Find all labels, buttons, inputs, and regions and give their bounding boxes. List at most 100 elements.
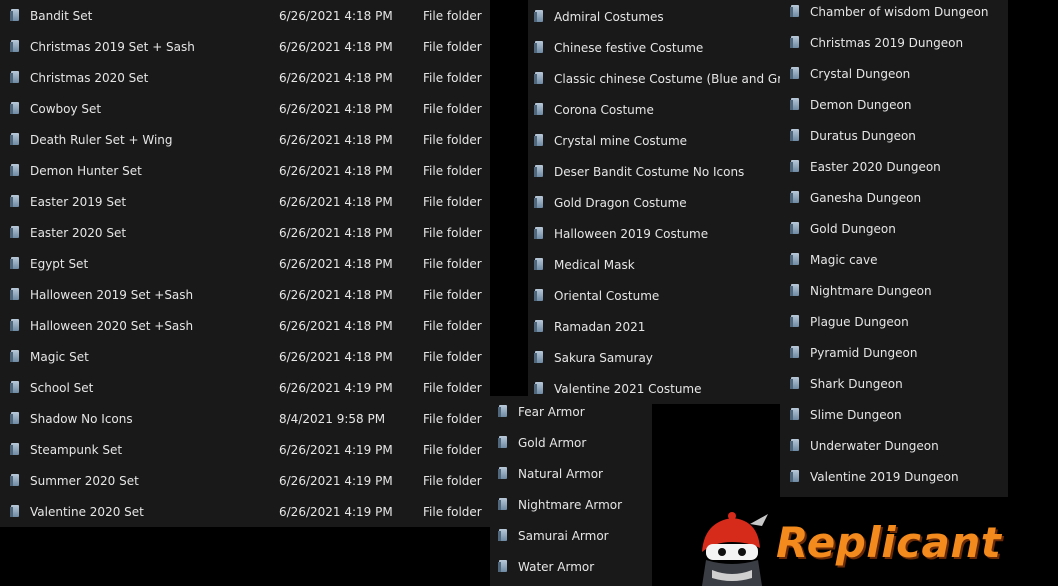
folder-row[interactable]: Shadow No Icons 8/4/2021 9:58 PM File fold… — [10, 403, 482, 434]
folder-row[interactable]: Death Ruler Set + Wing 6/26/2021 4:18 PM F… — [10, 124, 482, 155]
replicant-logo: Replicant — [688, 508, 1028, 586]
folder-icon — [498, 529, 509, 542]
folder-row[interactable]: Duratus Dungeon — [790, 120, 1006, 151]
folder-row[interactable]: Ganesha Dungeon — [790, 182, 1006, 213]
folder-row[interactable]: Cowboy Set 6/26/2021 4:18 PM File folder — [10, 93, 482, 124]
folder-row[interactable]: Magic Set 6/26/2021 4:18 PM File folder — [10, 341, 482, 372]
folder-row[interactable]: Halloween 2019 Costume — [534, 218, 778, 249]
folder-name: Gold Dungeon — [810, 221, 896, 236]
folder-row[interactable]: Bandit Set 6/26/2021 4:18 PM File folder — [10, 0, 482, 31]
folder-row[interactable]: Shark Dungeon — [790, 368, 1006, 399]
folder-row[interactable]: Nightmare Dungeon — [790, 275, 1006, 306]
folder-row[interactable]: Ramadan 2021 — [534, 311, 778, 342]
date-modified: 6/26/2021 4:18 PM — [279, 132, 393, 147]
folder-name: Valentine 2020 Set — [30, 504, 144, 519]
date-modified: 6/26/2021 4:19 PM — [279, 504, 393, 519]
folder-row[interactable]: Valentine 2019 Dungeon — [790, 461, 1006, 492]
folder-name: Easter 2019 Set — [30, 194, 127, 209]
folder-icon — [534, 103, 545, 116]
folder-row[interactable]: Chinese festive Costume — [534, 32, 778, 63]
folder-row[interactable]: Halloween 2020 Set +Sash 6/26/2021 4:18 P… — [10, 310, 482, 341]
date-modified: 6/26/2021 4:19 PM — [279, 380, 393, 395]
folder-row[interactable]: Corona Costume — [534, 94, 778, 125]
folder-name: Shadow No Icons — [30, 411, 133, 426]
folder-icon — [10, 133, 21, 146]
folder-row[interactable]: Easter 2020 Dungeon — [790, 151, 1006, 182]
folder-row[interactable]: Demon Hunter Set 6/26/2021 4:18 PM File fo… — [10, 155, 482, 186]
sets-folder-list: Bandit Set 6/26/2021 4:18 PM File folder Ch… — [0, 0, 490, 527]
folder-row[interactable]: Crystal mine Costume — [534, 125, 778, 156]
folder-icon — [790, 470, 801, 483]
folder-icon — [10, 474, 21, 487]
folder-name: Crystal Dungeon — [810, 66, 911, 81]
costumes-folder-list: Admiral Costumes Chinese festive Costume C… — [528, 0, 809, 404]
folder-icon — [790, 160, 801, 173]
item-type: File folder — [423, 8, 482, 23]
item-type: File folder — [423, 256, 482, 271]
folder-row[interactable]: Slime Dungeon — [790, 399, 1006, 430]
folder-row[interactable]: Steampunk Set 6/26/2021 4:19 PM File folde… — [10, 434, 482, 465]
folder-name: Deser Bandit Costume No Icons — [554, 164, 745, 179]
folder-name: Plague Dungeon — [810, 314, 909, 329]
folder-name: Shark Dungeon — [810, 376, 903, 391]
folder-icon — [790, 98, 801, 111]
folder-row[interactable]: Magic cave — [790, 244, 1006, 275]
folder-row[interactable]: Admiral Costumes — [534, 1, 778, 32]
folder-icon — [534, 289, 545, 302]
folder-icon — [10, 319, 21, 332]
folder-row[interactable]: Gold Armor — [498, 427, 648, 458]
folder-row[interactable]: Valentine 2020 Set 6/26/2021 4:19 PM File … — [10, 496, 482, 527]
folder-row[interactable]: Egypt Set 6/26/2021 4:18 PM File folder — [10, 248, 482, 279]
folder-icon — [790, 36, 801, 49]
folder-row[interactable]: Easter 2020 Set 6/26/2021 4:18 PM File fol… — [10, 217, 482, 248]
folder-row[interactable]: Classic chinese Costume (Blue and Green) — [534, 63, 809, 94]
folder-row[interactable]: Underwater Dungeon — [790, 430, 1006, 461]
folder-icon — [10, 350, 21, 363]
folder-icon — [790, 284, 801, 297]
folder-name: Valentine 2021 Costume — [554, 381, 702, 396]
folder-row[interactable]: Sakura Samuray — [534, 342, 778, 373]
folder-icon — [790, 191, 801, 204]
folder-row[interactable]: Natural Armor — [498, 458, 648, 489]
folder-row[interactable]: Samurai Armor — [498, 520, 648, 551]
folder-name: Ramadan 2021 — [554, 319, 646, 334]
folder-icon — [790, 67, 801, 80]
folder-name: Underwater Dungeon — [810, 438, 939, 453]
folder-row[interactable]: Water Armor — [498, 551, 648, 582]
folder-row[interactable]: Christmas 2019 Dungeon — [790, 27, 1006, 58]
folder-row[interactable]: Christmas 2019 Set + Sash 6/26/2021 4:18 … — [10, 31, 482, 62]
folder-name: Chinese festive Costume — [554, 40, 704, 55]
folder-name: Admiral Costumes — [554, 9, 664, 24]
folder-name: Chamber of wisdom Dungeon — [810, 4, 989, 19]
folder-row[interactable]: Medical Mask — [534, 249, 778, 280]
folder-row[interactable]: Crystal Dungeon — [790, 58, 1006, 89]
folder-row[interactable]: Deser Bandit Costume No Icons — [534, 156, 778, 187]
folder-row[interactable]: Christmas 2020 Set 6/26/2021 4:18 PM File … — [10, 62, 482, 93]
folder-icon — [498, 498, 509, 511]
folder-row[interactable]: Gold Dungeon — [790, 213, 1006, 244]
folder-row[interactable]: Pyramid Dungeon — [790, 337, 1006, 368]
folder-row[interactable]: Chamber of wisdom Dungeon — [790, 0, 1006, 27]
folder-row[interactable]: Demon Dungeon — [790, 89, 1006, 120]
mascot-icon — [702, 512, 768, 586]
folder-icon — [534, 196, 545, 209]
folder-row[interactable]: Plague Dungeon — [790, 306, 1006, 337]
folder-name: Summer 2020 Set — [30, 473, 139, 488]
folder-row[interactable]: Fear Armor — [498, 396, 648, 427]
folder-row[interactable]: Summer 2020 Set 6/26/2021 4:19 PM File fol… — [10, 465, 482, 496]
folder-row[interactable]: Easter 2019 Set 6/26/2021 4:18 PM File fol… — [10, 186, 482, 217]
folder-name: Classic chinese Costume (Blue and Green) — [554, 71, 809, 86]
folder-row[interactable]: Nightmare Armor — [498, 489, 648, 520]
folder-name: Steampunk Set — [30, 442, 123, 457]
folder-row[interactable]: Halloween 2019 Set +Sash 6/26/2021 4:18 P… — [10, 279, 482, 310]
item-type: File folder — [423, 442, 482, 457]
folder-row[interactable]: Oriental Costume — [534, 280, 778, 311]
folder-icon — [10, 505, 21, 518]
folder-row[interactable]: School Set 6/26/2021 4:19 PM File folder — [10, 372, 482, 403]
date-modified: 6/26/2021 4:18 PM — [279, 349, 393, 364]
date-modified: 6/26/2021 4:19 PM — [279, 473, 393, 488]
folder-icon — [790, 346, 801, 359]
folder-row[interactable]: Gold Dragon Costume — [534, 187, 778, 218]
date-modified: 6/26/2021 4:18 PM — [279, 39, 393, 54]
folder-name: Easter 2020 Set — [30, 225, 127, 240]
